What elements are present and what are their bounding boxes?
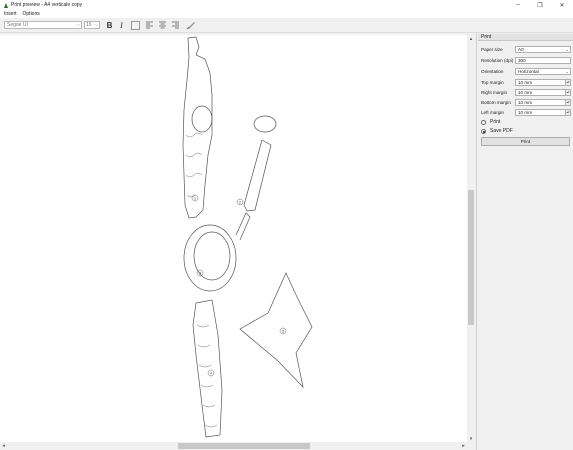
vertical-scrollbar[interactable]: ▴ ▾ xyxy=(467,35,475,442)
scroll-corner xyxy=(467,442,475,450)
print-radio-label: Print xyxy=(490,119,501,125)
menu-bar: Insert Options xyxy=(0,10,573,18)
bold-button[interactable]: B xyxy=(104,20,115,30)
save-pdf-radio[interactable] xyxy=(481,128,486,134)
brush-icon xyxy=(186,22,195,30)
bottom-margin-value: 10 mm xyxy=(518,99,533,105)
paper-size-value: A0 xyxy=(518,46,524,52)
fig-number-2: 2 xyxy=(239,200,242,205)
panel-header: Print xyxy=(478,34,573,41)
resolution-label: Resolution (dpi) xyxy=(481,57,514,63)
scroll-left-icon[interactable]: ◂ xyxy=(0,442,7,450)
horizontal-scroll-thumb[interactable] xyxy=(178,443,310,449)
align-left-icon xyxy=(146,21,153,29)
fig3-handle xyxy=(235,212,251,241)
top-margin-spinbox[interactable]: 10 mm ▴▾ xyxy=(515,78,571,86)
fig3-ring xyxy=(183,224,237,292)
spinner-arrows-icon[interactable]: ▴▾ xyxy=(565,109,570,115)
align-right-button[interactable] xyxy=(170,20,181,30)
fig4-outline xyxy=(192,299,223,438)
print-preview-canvas[interactable]: 1 2 3 4 5 xyxy=(0,35,467,442)
preview-drawing: 1 2 3 4 5 xyxy=(182,36,313,438)
left-margin-spinbox[interactable]: 10 mm ▴▾ xyxy=(515,108,571,116)
fig2-outline xyxy=(243,139,272,212)
left-margin-label: Left margin xyxy=(481,109,504,115)
paper-size-row: Paper size A0 ⌄ xyxy=(481,45,573,53)
top-margin-value: 10 mm xyxy=(518,79,533,85)
fig4-texture xyxy=(196,324,218,428)
output-print-option[interactable]: Print xyxy=(481,118,573,126)
align-right-icon xyxy=(172,21,179,29)
chevron-down-icon: ⌵ xyxy=(94,22,98,28)
window-title: Print preview - A4 verticale copy xyxy=(11,2,83,8)
scroll-up-icon[interactable]: ▴ xyxy=(467,35,475,42)
bottom-margin-row: Bottom margin 10 mm ▴▾ xyxy=(481,98,573,106)
minimize-button[interactable]: – xyxy=(507,0,529,10)
align-left-button[interactable] xyxy=(144,20,155,30)
app-icon xyxy=(2,2,9,9)
toolbar: Segoe UI ⌵ 16 ⌵ B I xyxy=(0,18,573,33)
paper-size-select[interactable]: A0 ⌄ xyxy=(515,45,571,53)
orientation-label: Orientation xyxy=(481,68,504,74)
orientation-row: Orientation Horizontal ⌄ xyxy=(481,67,573,75)
fig-number-5: 5 xyxy=(282,329,285,334)
fig1-outline xyxy=(182,36,213,219)
fig-number-3: 3 xyxy=(199,271,202,276)
chevron-down-icon: ⌵ xyxy=(76,22,80,28)
title-bar: Print preview - A4 verticale copy – ❒ ✕ xyxy=(0,0,573,10)
vertical-scroll-thumb[interactable] xyxy=(468,190,474,325)
fig-number-1: 1 xyxy=(194,196,197,201)
left-margin-value: 10 mm xyxy=(518,109,533,115)
menu-insert[interactable]: Insert xyxy=(4,11,17,17)
right-margin-label: Right margin xyxy=(481,89,508,95)
fig1-ring xyxy=(191,105,213,133)
bottom-margin-spinbox[interactable]: 10 mm ▴▾ xyxy=(515,98,571,106)
output-pdf-option[interactable]: Save PDF xyxy=(481,127,573,135)
font-size-value: 16 xyxy=(86,22,92,28)
color-swatch-button[interactable] xyxy=(130,20,141,30)
font-family-value: Segoe UI xyxy=(7,22,28,28)
fig5-outline xyxy=(239,272,313,389)
right-margin-value: 10 mm xyxy=(518,89,533,95)
right-margin-row: Right margin 10 mm ▴▾ xyxy=(481,88,573,96)
spinner-arrows-icon[interactable]: ▴▾ xyxy=(565,79,570,85)
scroll-down-icon[interactable]: ▾ xyxy=(467,435,475,442)
print-button[interactable]: Print xyxy=(481,137,570,146)
fig2-bow xyxy=(253,115,277,133)
align-center-button[interactable] xyxy=(157,20,168,30)
right-margin-spinbox[interactable]: 10 mm ▴▾ xyxy=(515,88,571,96)
bottom-margin-label: Bottom margin xyxy=(481,99,511,105)
font-family-select[interactable]: Segoe UI ⌵ xyxy=(4,21,82,29)
left-margin-row: Left margin 10 mm ▴▾ xyxy=(481,108,573,116)
print-settings-panel: Print Paper size A0 ⌄ Resolution (dpi) 3… xyxy=(476,33,573,450)
save-pdf-radio-label: Save PDF xyxy=(490,128,513,134)
spinner-arrows-icon[interactable]: ▴▾ xyxy=(565,99,570,105)
align-center-icon xyxy=(159,21,166,29)
paper-size-label: Paper size xyxy=(481,46,503,52)
window-controls: – ❒ ✕ xyxy=(507,0,573,10)
font-size-select[interactable]: 16 ⌵ xyxy=(84,21,100,29)
orientation-value: Horizontal xyxy=(518,68,539,74)
spinner-arrows-icon[interactable]: ▴▾ xyxy=(565,89,570,95)
chevron-down-icon: ⌄ xyxy=(565,68,569,74)
top-margin-row: Top margin 10 mm ▴▾ xyxy=(481,78,573,86)
resolution-row: Resolution (dpi) 300 xyxy=(481,56,573,64)
color-swatch-icon xyxy=(131,20,140,30)
resolution-value: 300 xyxy=(518,57,526,63)
top-margin-label: Top margin xyxy=(481,79,504,85)
italic-button[interactable]: I xyxy=(116,20,127,30)
horizontal-scrollbar[interactable]: ◂ ▸ xyxy=(0,442,467,450)
maximize-button[interactable]: ❒ xyxy=(529,0,551,10)
fig1-texture xyxy=(185,132,203,198)
chevron-down-icon: ⌄ xyxy=(565,46,569,52)
fig-number-4: 4 xyxy=(210,371,213,376)
resolution-input[interactable]: 300 xyxy=(515,56,571,64)
orientation-select[interactable]: Horizontal ⌄ xyxy=(515,67,571,75)
menu-options[interactable]: Options xyxy=(23,11,40,17)
print-radio[interactable] xyxy=(481,119,486,125)
close-button[interactable]: ✕ xyxy=(551,0,573,10)
scroll-right-icon[interactable]: ▸ xyxy=(460,442,467,450)
brush-button[interactable] xyxy=(185,20,196,30)
